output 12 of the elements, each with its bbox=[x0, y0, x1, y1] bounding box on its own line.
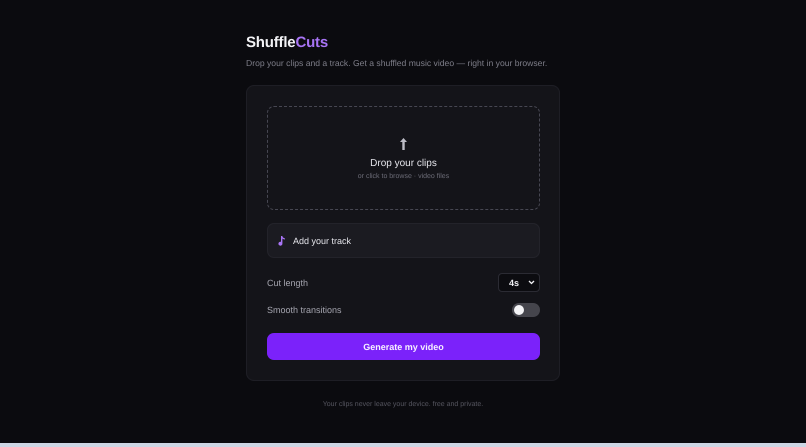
chevron-icon bbox=[528, 280, 535, 285]
app-title: ShuffleCuts bbox=[246, 34, 329, 51]
toggle-switch[interactable] bbox=[512, 302, 540, 316]
generate-button[interactable]: Generate my video bbox=[267, 333, 540, 360]
dropzone-title: Drop your clips bbox=[370, 158, 437, 168]
tagline: Drop your clips and a track. Get a shuffled music video — right in your browser. bbox=[246, 58, 548, 68]
music-note-icon bbox=[278, 236, 285, 246]
setting-label: Smooth transitions bbox=[267, 304, 342, 314]
setting-label: Cut length bbox=[267, 278, 308, 288]
add-track-button[interactable]: Add your track bbox=[267, 223, 540, 258]
cut-length-select[interactable]: 4s bbox=[498, 273, 540, 292]
upload-arrow-icon bbox=[399, 136, 408, 150]
